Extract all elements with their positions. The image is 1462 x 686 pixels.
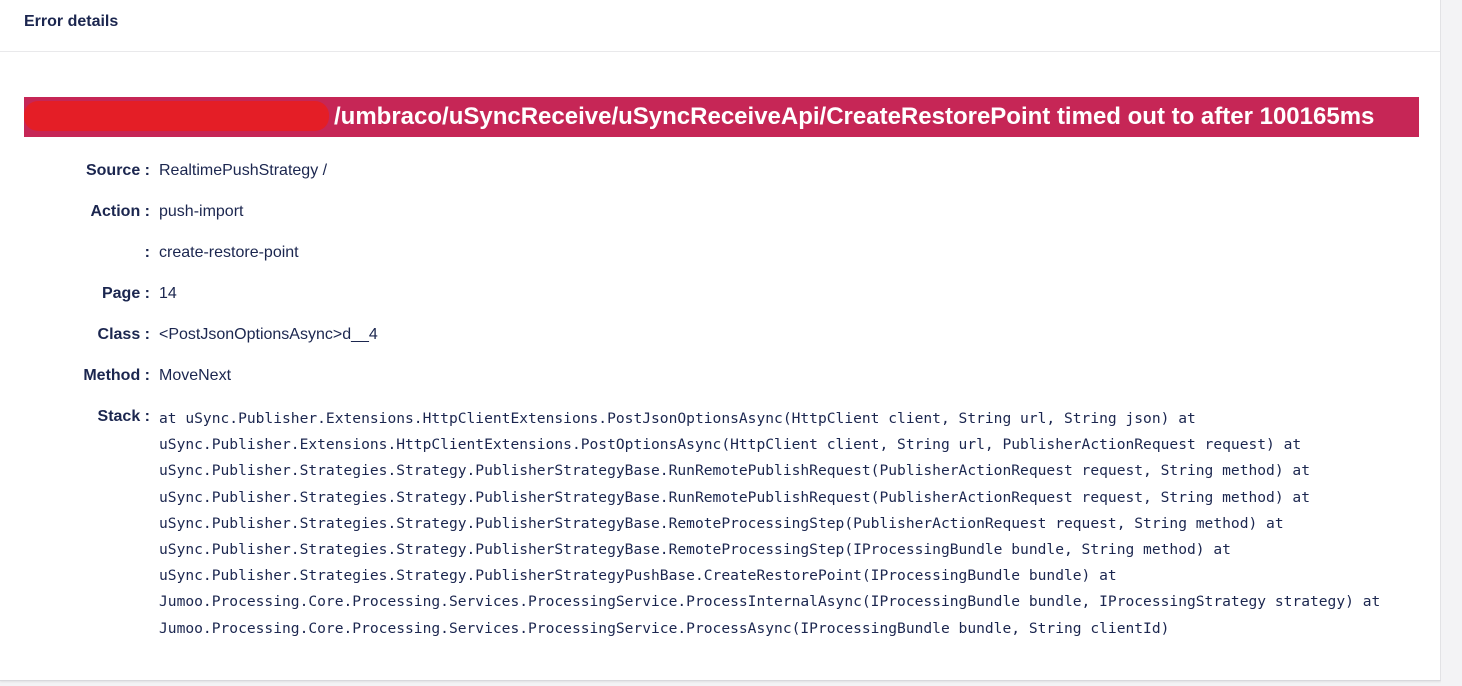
source-label: Source : <box>85 162 150 179</box>
stack-trace: at uSync.Publisher.Extensions.HttpClient… <box>159 410 1381 637</box>
page-label: Page : <box>101 285 150 302</box>
sub-action-label: : <box>144 244 150 261</box>
sub-action-value: create-restore-point <box>159 244 299 261</box>
error-details-list: Source : RealtimePushStrategy / Action :… <box>0 150 1440 642</box>
error-message-banner: /umbraco/uSyncReceive/uSyncReceiveApi/Cr… <box>24 97 1419 137</box>
detail-row-action: Action : push-import <box>0 191 1440 232</box>
method-label: Method : <box>83 367 150 384</box>
stack-label: Stack : <box>97 408 150 425</box>
detail-row-sub-action: : create-restore-point <box>0 232 1440 273</box>
detail-row-stack: Stack : at uSync.Publisher.Extensions.Ht… <box>0 396 1440 642</box>
page-value: 14 <box>159 285 177 302</box>
detail-row-page: Page : 14 <box>0 273 1440 314</box>
class-value: <PostJsonOptionsAsync>d__4 <box>159 326 378 343</box>
class-label: Class : <box>97 326 150 343</box>
detail-row-method: Method : MoveNext <box>0 355 1440 396</box>
action-value: push-import <box>159 203 244 220</box>
panel-header: Error details <box>0 0 1440 52</box>
panel-title: Error details <box>24 12 119 30</box>
method-value: MoveNext <box>159 367 232 384</box>
action-label: Action : <box>90 203 150 220</box>
error-details-panel: Error details /umbraco/uSyncReceive/uSyn… <box>0 0 1441 681</box>
error-message-text: /umbraco/uSyncReceive/uSyncReceiveApi/Cr… <box>334 103 1375 130</box>
detail-row-class: Class : <PostJsonOptionsAsync>d__4 <box>0 314 1440 355</box>
redaction-mark <box>24 101 329 131</box>
detail-row-source: Source : RealtimePushStrategy / <box>0 150 1440 191</box>
page-scrollbar[interactable] <box>1441 0 1462 686</box>
source-value: RealtimePushStrategy / <box>159 162 328 179</box>
